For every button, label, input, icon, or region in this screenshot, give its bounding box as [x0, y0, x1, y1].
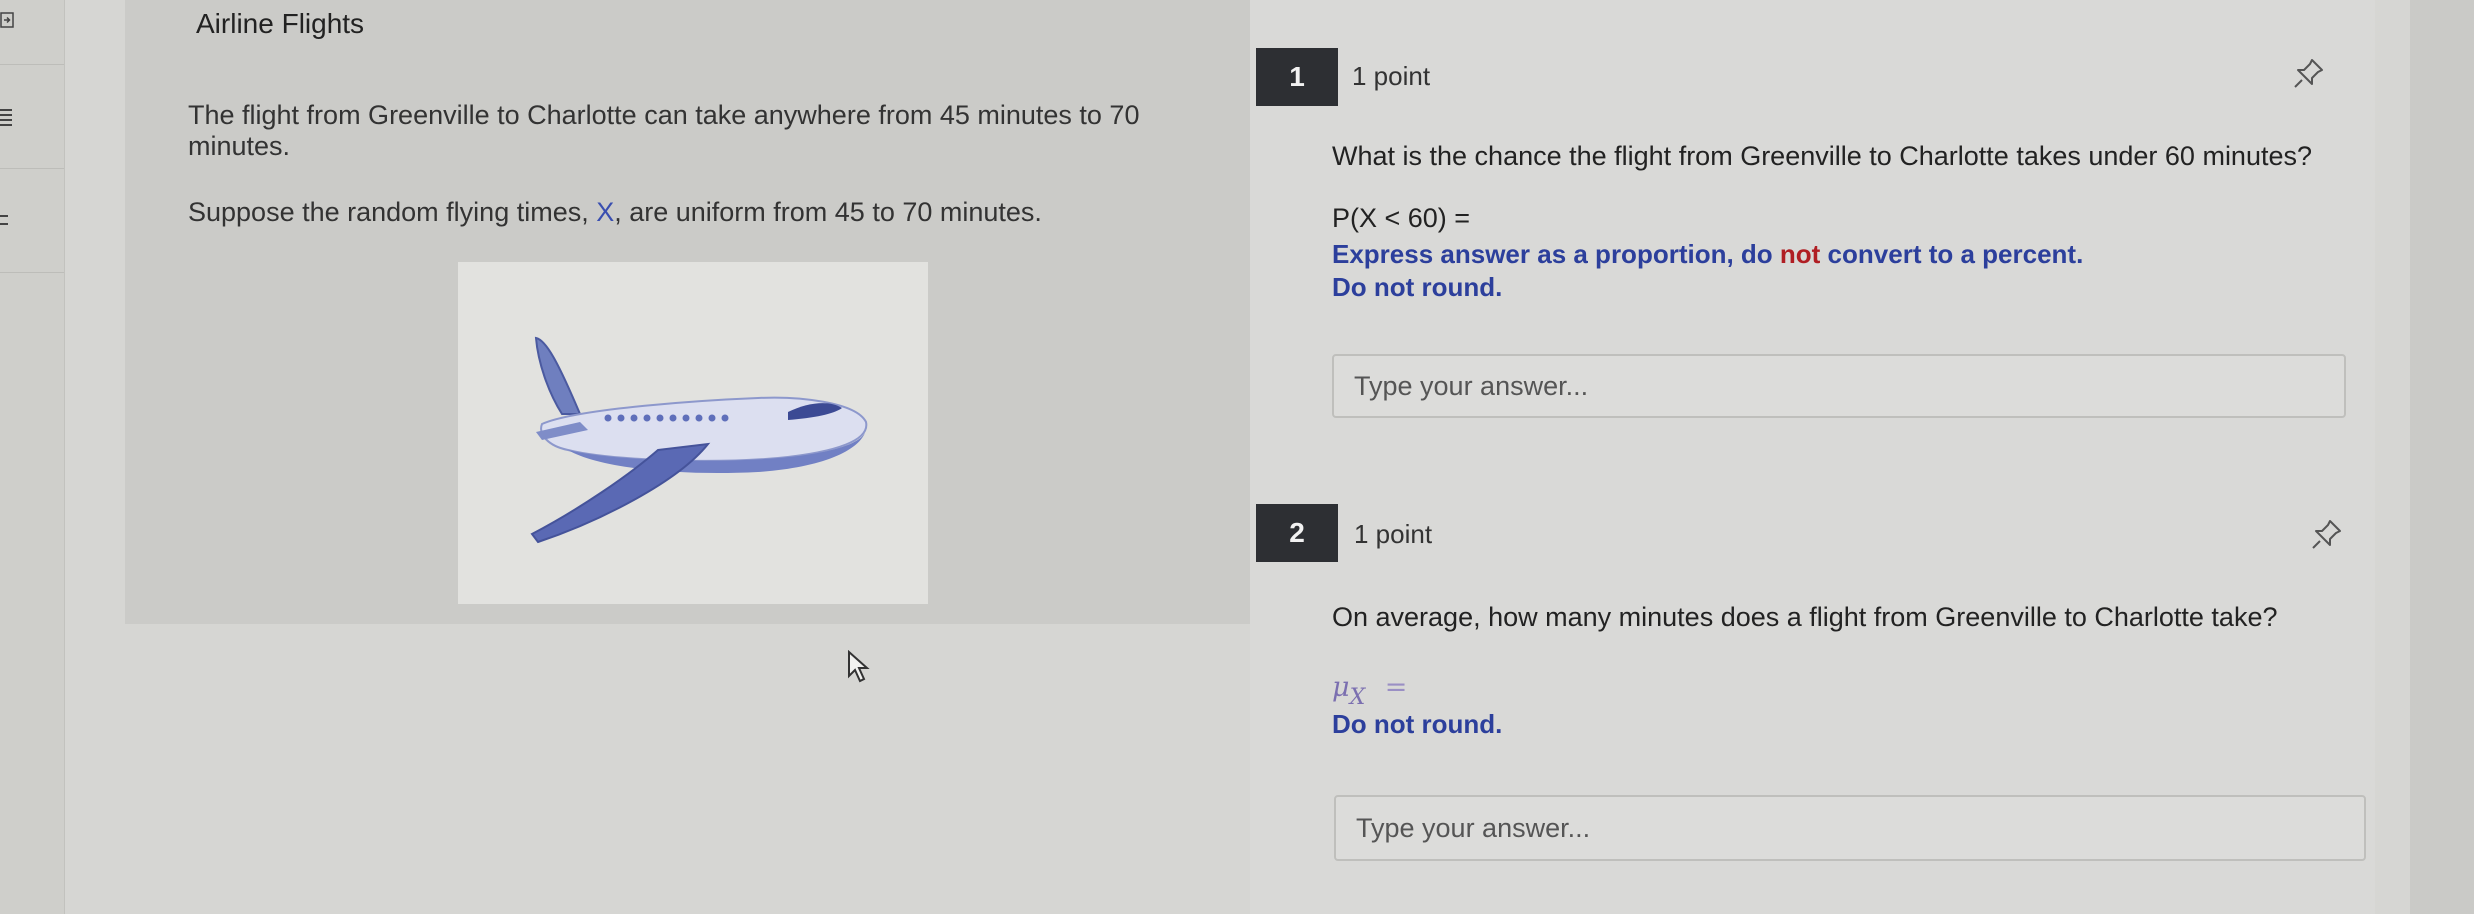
intro-paragraph-2: Suppose the random flying times, X, are … [188, 197, 1042, 227]
equals-sign: = [1384, 672, 1408, 703]
question-1-math: P(X < 60) = [1332, 203, 1471, 233]
pin-icon[interactable] [2292, 56, 2326, 90]
question-2-instructions: Do not round. [1332, 709, 1503, 739]
random-variable: X [596, 197, 615, 227]
intro-text: The flight from Greenville to Charlotte … [188, 100, 1188, 228]
question-2-prompt: On average, how many minutes does a flig… [1332, 602, 2278, 632]
pin-icon[interactable] [2310, 517, 2344, 551]
question-2-number[interactable]: 2 [1256, 504, 1338, 562]
sidebar-collapse-icon[interactable] [0, 12, 14, 28]
question-2-points: 1 point [1354, 519, 1433, 549]
questions-pane [1250, 0, 2375, 914]
instruction-line-2: Do not round. [1332, 272, 1503, 302]
page-title: Airline Flights [196, 8, 365, 39]
intro-line-2: minutes. [188, 131, 291, 161]
list-icon[interactable] [0, 108, 14, 126]
instruction-line-1: Express answer as a proportion, do not c… [1332, 239, 2084, 269]
nav-divider [0, 64, 64, 65]
question-2-math: μX = [1332, 672, 1408, 710]
mouse-pointer-icon [848, 650, 870, 683]
nav-divider [0, 168, 64, 169]
not-emphasis: not [1779, 239, 1821, 269]
left-nav-strip [0, 0, 65, 914]
question-1-points: 1 point [1352, 61, 1431, 91]
mu-symbol: μ [1332, 672, 1350, 703]
answer-input-1[interactable] [1332, 354, 2346, 418]
mu-subscript: X [1349, 685, 1366, 710]
question-1-instructions: Express answer as a proportion, do not c… [1332, 238, 2083, 304]
nav-divider [0, 272, 64, 273]
menu-icon[interactable] [0, 212, 14, 228]
intro-line-1: The flight from Greenville to Charlotte … [188, 100, 1140, 130]
question-1-number[interactable]: 1 [1256, 48, 1338, 106]
airplane-illustration [458, 262, 928, 604]
answer-input-2[interactable] [1334, 795, 2366, 861]
question-1-prompt: What is the chance the flight from Green… [1332, 141, 2313, 171]
right-scroll-edge [2410, 0, 2474, 914]
